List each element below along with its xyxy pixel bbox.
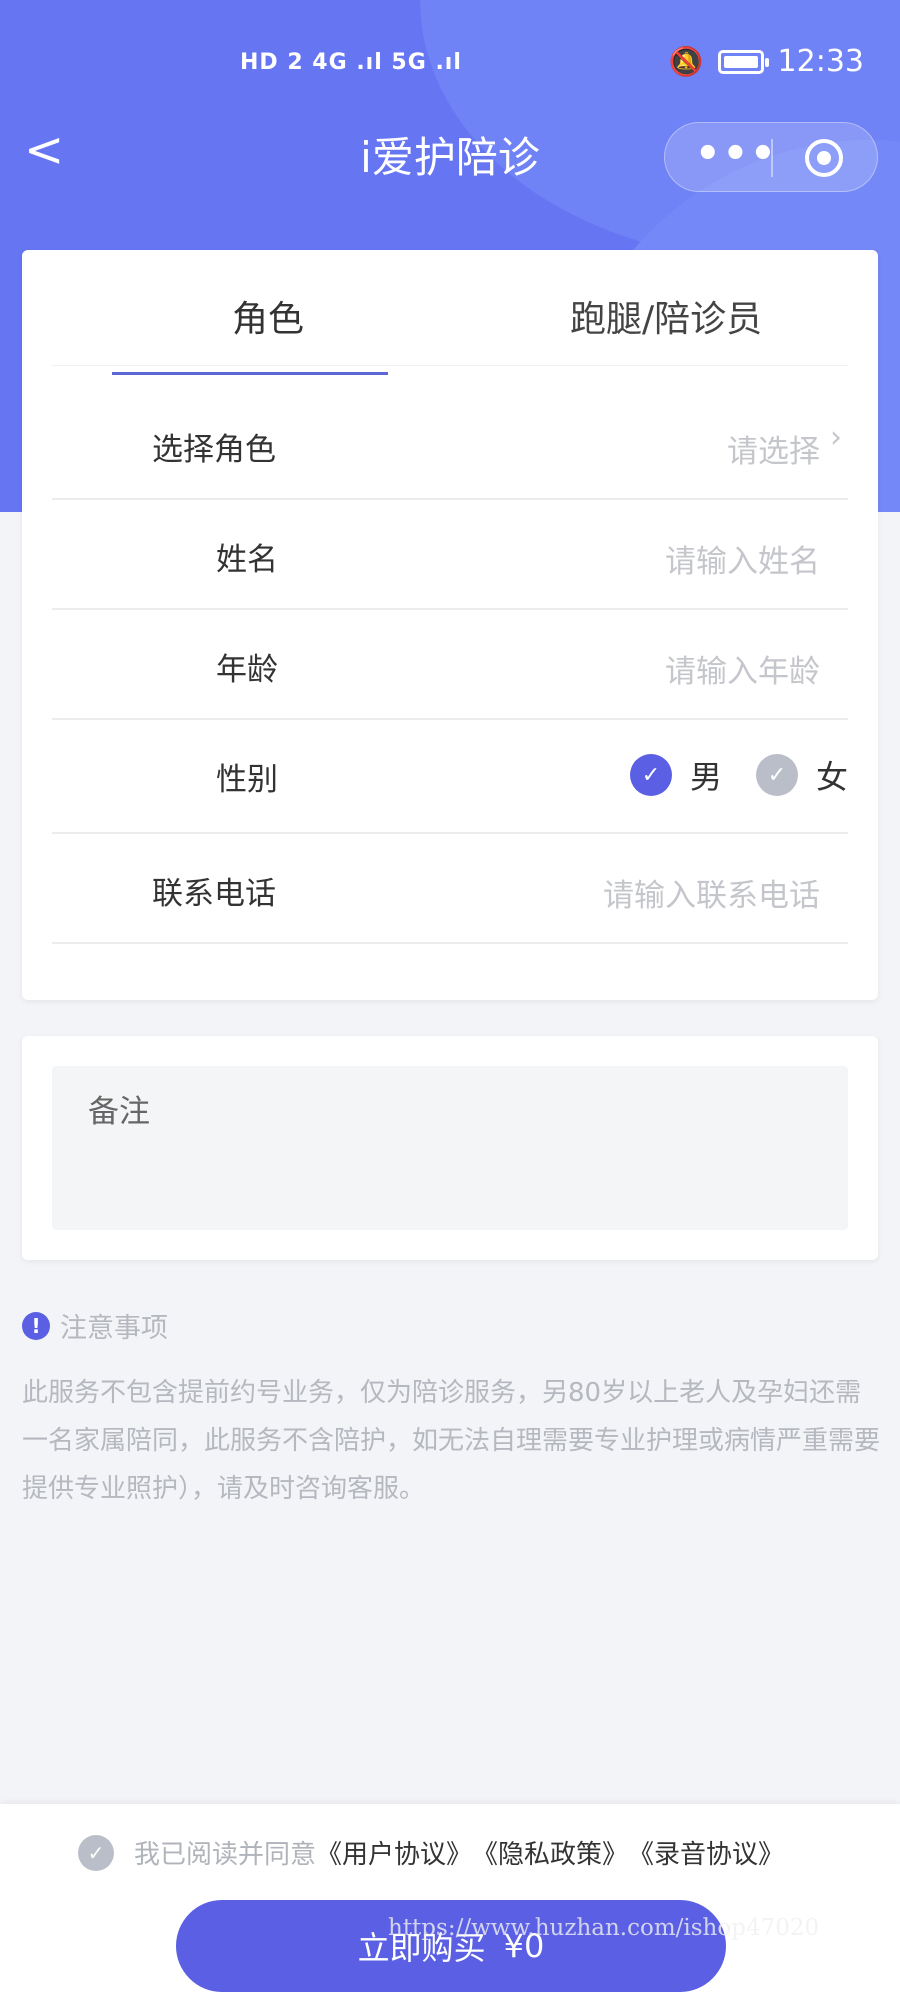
remark-textarea[interactable]: 备注	[52, 1066, 848, 1230]
gender-options: ✓ 男 ✓ 女	[596, 752, 848, 798]
tab-bar: 角色 跑腿/陪诊员	[52, 290, 848, 366]
navbar: < i爱护陪诊 •••	[0, 112, 900, 192]
info-icon: !	[22, 1311, 50, 1340]
remark-label: 备注	[88, 1094, 150, 1130]
role-select[interactable]: 请选择	[727, 426, 820, 471]
network-indicator: HD 2 4G .ıl 5G .ıl	[240, 50, 462, 75]
more-icon[interactable]: •••	[695, 131, 778, 177]
tab-active-indicator	[112, 372, 388, 375]
notice-title: 注意事项	[60, 1313, 168, 1344]
notice-section: ! 注意事项 此服务不包含提前约号业务，仅为陪诊服务，另80岁以上老人及孕妇还需…	[22, 1306, 882, 1513]
remark-card: 备注	[22, 1036, 878, 1260]
gender-female-option[interactable]: ✓ 女	[755, 752, 848, 798]
mute-icon: 🔕	[668, 45, 704, 78]
gender-male-option[interactable]: ✓ 男	[629, 752, 722, 798]
privacy-policy-link[interactable]: 《隐私政策》	[472, 1834, 628, 1871]
recording-agreement-link[interactable]: 《录音协议》	[628, 1834, 784, 1871]
form-card: 角色 跑腿/陪诊员 选择角色 请选择 › 姓名 请输入姓名 年龄 请输入年龄 性…	[22, 250, 878, 1000]
footer-bar: ✓ 我已阅读并同意 《用户协议》 《隐私政策》 《录音协议》 立即购买 ¥0	[0, 1804, 900, 2000]
gender-row: 性别 ✓ 男 ✓ 女	[52, 720, 848, 834]
phone-label: 联系电话	[152, 876, 276, 912]
gender-male-label: 男	[689, 758, 722, 796]
agreement-row: ✓ 我已阅读并同意 《用户协议》 《隐私政策》 《录音协议》	[78, 1834, 784, 1871]
watermark: https://www.huzhan.com/ishop47020	[388, 1915, 820, 1941]
agreement-prefix: 我已阅读并同意	[134, 1840, 317, 1870]
age-label: 年龄	[216, 652, 278, 688]
name-input[interactable]: 请输入姓名	[665, 536, 820, 581]
close-target-icon[interactable]	[805, 139, 843, 177]
tab-role[interactable]: 角色	[232, 290, 304, 342]
user-agreement-link[interactable]: 《用户协议》	[316, 1834, 472, 1871]
age-row: 年龄 请输入年龄	[52, 610, 848, 720]
agree-checkbox-icon[interactable]: ✓	[78, 1834, 114, 1871]
check-icon[interactable]: ✓	[629, 754, 672, 796]
buy-now-button[interactable]: 立即购买 ¥0	[176, 1900, 726, 1992]
chevron-right-icon: ›	[830, 420, 842, 455]
phone-input[interactable]: 请输入联系电话	[603, 870, 820, 915]
notice-header: ! 注意事项	[22, 1306, 882, 1345]
clock: 12:33	[777, 44, 864, 79]
role-select-row[interactable]: 选择角色 请选择 ›	[52, 390, 848, 500]
mini-program-capsule: •••	[664, 122, 878, 192]
notice-body: 此服务不包含提前约号业务，仅为陪诊服务，另80岁以上老人及孕妇还需一名家属陪同，…	[22, 1378, 881, 1504]
tab-runner[interactable]: 跑腿/陪诊员	[570, 290, 762, 342]
check-icon[interactable]: ✓	[755, 754, 798, 796]
status-bar: HD 2 4G .ıl 5G .ıl 🔕 12:33	[0, 40, 900, 96]
age-input[interactable]: 请输入年龄	[665, 646, 820, 691]
phone-row: 联系电话 请输入联系电话	[52, 834, 848, 944]
role-label: 选择角色	[152, 432, 276, 468]
name-label: 姓名	[216, 542, 278, 578]
gender-female-label: 女	[815, 758, 848, 796]
battery-icon	[717, 49, 769, 74]
gender-label: 性别	[216, 762, 278, 798]
capsule-divider	[771, 139, 773, 177]
name-row: 姓名 请输入姓名	[52, 500, 848, 610]
